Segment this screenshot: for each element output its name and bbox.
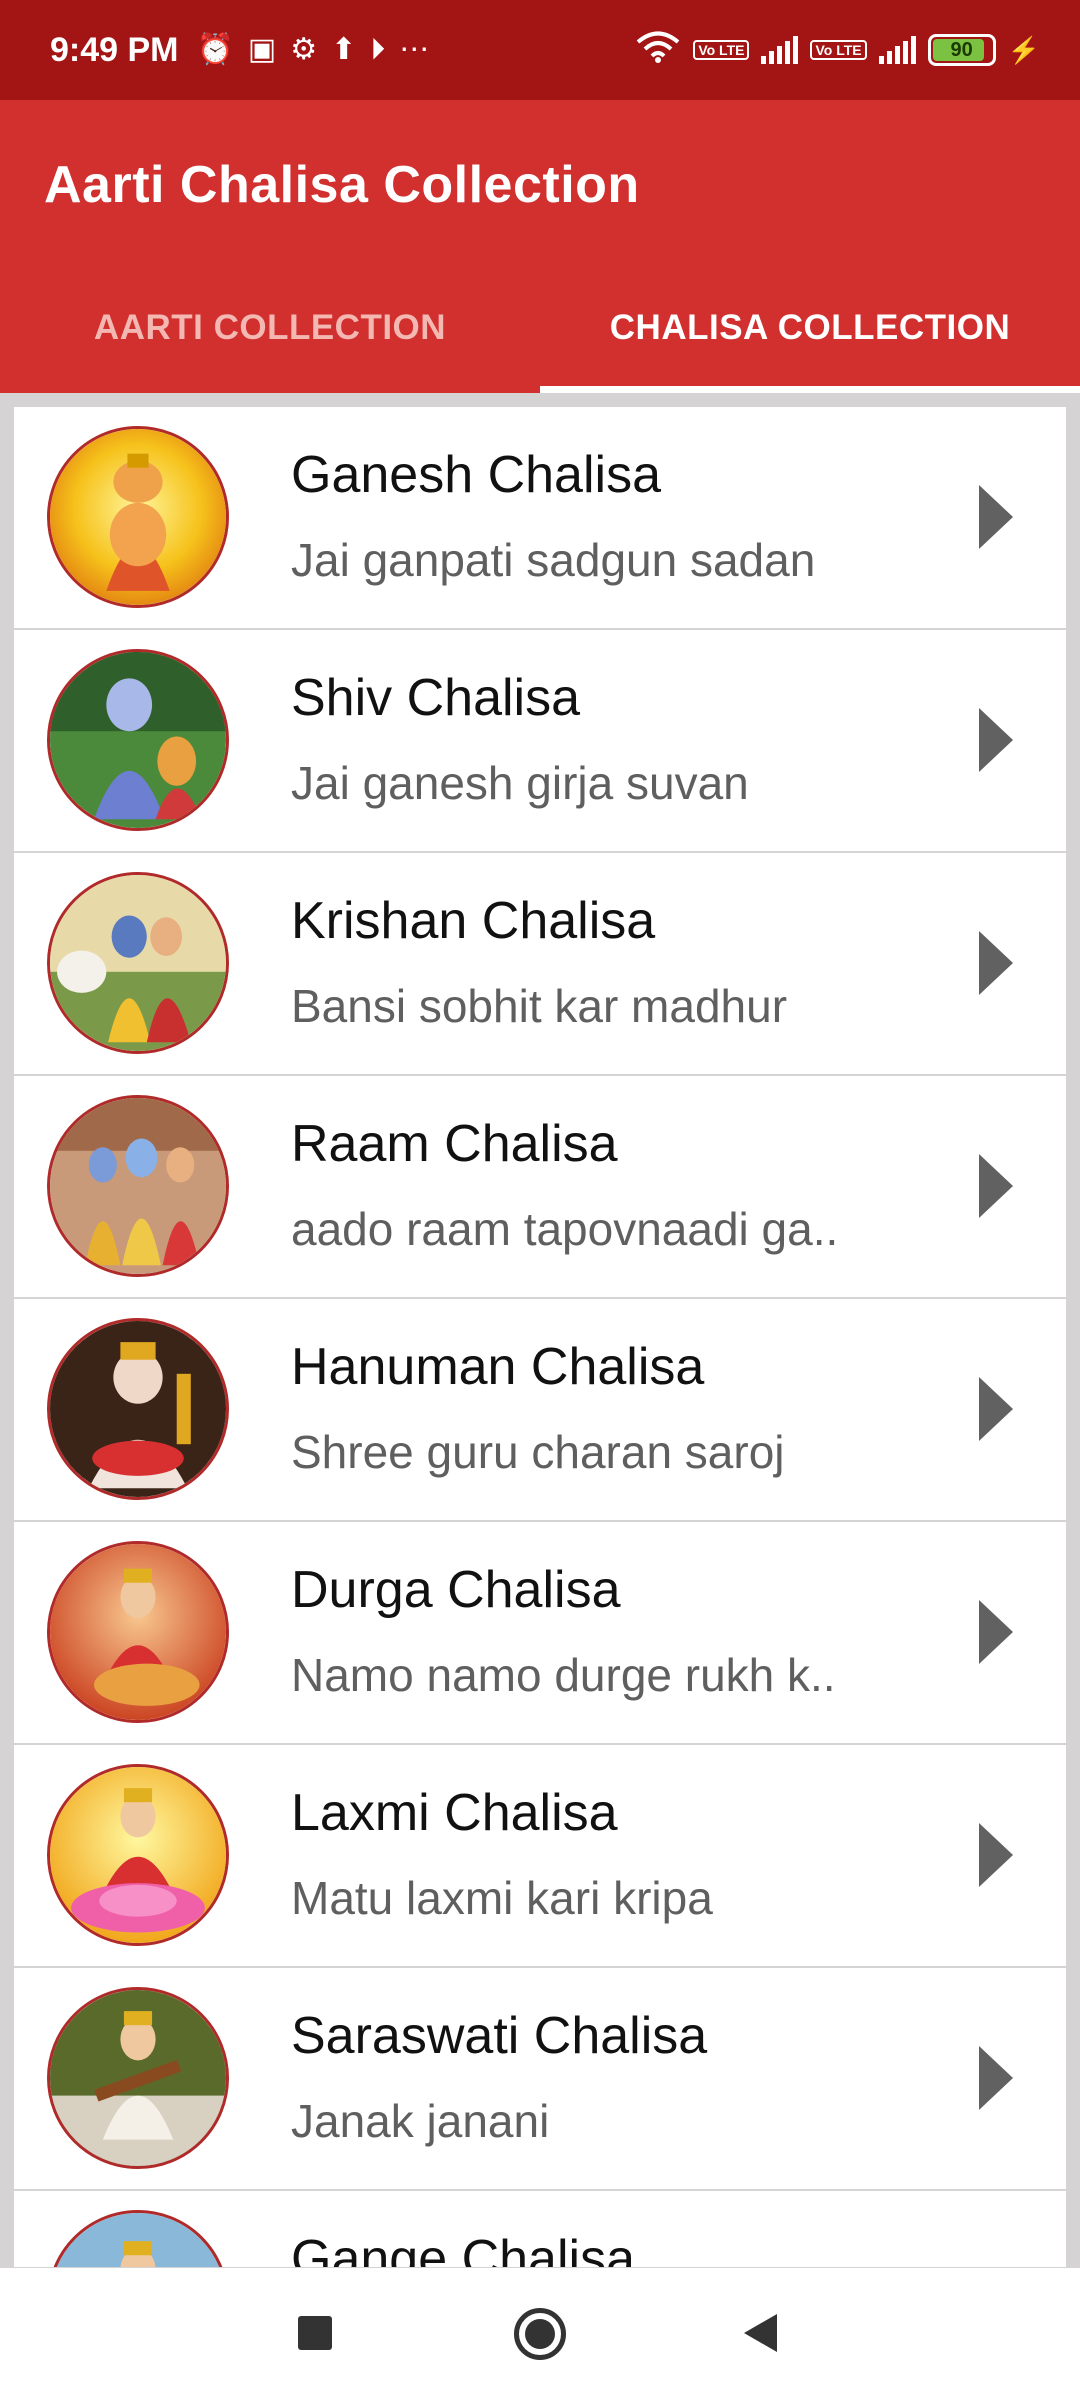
list-item-subtitle: Janak janani <box>291 2095 550 2147</box>
navigation-bar <box>0 2268 1080 2400</box>
list-item-subtitle: Jai ganpati sadgun sadan <box>291 534 816 586</box>
list-item-subtitle: aado raam tapovnaadi ga.. <box>291 1203 839 1255</box>
list-item-title: Raam Chalisa <box>291 1115 618 1173</box>
signal-icon <box>761 36 799 64</box>
list-item[interactable]: Raam Chalisa aado raam tapovnaadi ga.. <box>14 1076 1066 1297</box>
list-item-subtitle: Namo namo durge rukh k.. <box>291 1649 836 1701</box>
chevron-right-icon[interactable] <box>979 2046 1013 2110</box>
status-bar: 9:49 PM ⏰ ▣ ⚙ ⬆ ⏵ ⋯ Vo LTE Vo LTE 90 ⚡ <box>0 0 1080 100</box>
back-button[interactable] <box>744 2314 777 2352</box>
hanuman-image <box>47 1318 229 1500</box>
status-icons-left: ⏰ ▣ ⚙ ⬆ ⏵ ⋯ <box>197 35 430 65</box>
list-item-subtitle: Jai ganesh girja suvan <box>291 757 749 809</box>
list-item[interactable]: Ganesh Chalisa Jai ganpati sadgun sadan <box>14 407 1066 628</box>
list-item[interactable]: Saraswati Chalisa Janak janani <box>14 1968 1066 2189</box>
list-item-subtitle: Bansi sobhit kar madhur <box>291 980 788 1032</box>
home-button[interactable] <box>514 2308 566 2360</box>
list-item-subtitle: Shree guru charan saroj <box>291 1426 785 1478</box>
list-item-title: Krishan Chalisa <box>291 892 656 950</box>
volte-icon: Vo LTE <box>693 40 750 60</box>
list-item-subtitle: Matu laxmi kari kripa <box>291 1872 713 1924</box>
volte-icon: Vo LTE <box>810 40 867 60</box>
ganesh-image <box>47 426 229 608</box>
more-icon: ⋯ <box>399 33 430 66</box>
list-item-title: Hanuman Chalisa <box>291 1338 705 1396</box>
list-item-title: Gange Chalisa <box>291 2230 635 2267</box>
recents-button[interactable] <box>298 2316 332 2350</box>
list-item[interactable]: Laxmi Chalisa Matu laxmi kari kripa <box>14 1745 1066 1966</box>
list-item-title: Ganesh Chalisa <box>291 446 661 504</box>
krishan-image <box>47 872 229 1054</box>
status-time: 9:49 PM <box>50 30 179 69</box>
app-bar: Aarti Chalisa Collection AARTI COLLECTIO… <box>0 100 1080 393</box>
chevron-right-icon[interactable] <box>979 1377 1013 1441</box>
battery-level-text: 90 <box>950 38 973 61</box>
charging-icon: ⚡ <box>1007 34 1040 65</box>
list-item[interactable]: Gange Chalisa <box>14 2191 1066 2267</box>
signal-icon <box>878 36 916 64</box>
chevron-right-icon[interactable] <box>979 1154 1013 1218</box>
chevron-right-icon[interactable] <box>979 485 1013 549</box>
durga-image <box>47 1541 229 1723</box>
list-item-title: Durga Chalisa <box>291 1561 621 1619</box>
list-item[interactable]: Krishan Chalisa Bansi sobhit kar madhur <box>14 853 1066 1074</box>
tab-bar: AARTI COLLECTION CHALISA COLLECTION <box>0 263 1080 393</box>
chevron-right-icon[interactable] <box>979 1823 1013 1887</box>
saraswati-image <box>47 1987 229 2169</box>
chevron-right-icon[interactable] <box>979 931 1013 995</box>
list-item[interactable]: Shiv Chalisa Jai ganesh girja suvan <box>14 630 1066 851</box>
upload-icon: ⬆ <box>331 33 357 66</box>
gange-image <box>47 2210 229 2267</box>
shiv-image <box>47 649 229 831</box>
battery-icon: 90 <box>927 34 996 66</box>
list-item-title: Saraswati Chalisa <box>291 2007 708 2065</box>
status-icons-right: Vo LTE Vo LTE 90 ⚡ <box>635 31 1040 70</box>
tab-chalisa-collection[interactable]: CHALISA COLLECTION <box>540 263 1080 393</box>
laxmi-image <box>47 1764 229 1946</box>
tab-aarti-collection[interactable]: AARTI COLLECTION <box>0 263 540 393</box>
play-icon: ⏵ <box>370 33 386 66</box>
list-item[interactable]: Durga Chalisa Namo namo durge rukh k.. <box>14 1522 1066 1743</box>
chevron-right-icon[interactable] <box>979 1600 1013 1664</box>
alarm-icon: ⏰ <box>196 33 234 66</box>
wifi-icon <box>635 31 681 70</box>
list-item-title: Laxmi Chalisa <box>291 1784 618 1842</box>
settings-icon: ⚙ <box>290 33 318 66</box>
chevron-right-icon[interactable] <box>979 708 1013 772</box>
list-item-title: Shiv Chalisa <box>291 669 581 727</box>
chalisa-list[interactable]: Ganesh Chalisa Jai ganpati sadgun sadan … <box>14 407 1066 2267</box>
raam-image <box>47 1095 229 1277</box>
message-icon: ▣ <box>247 33 277 66</box>
list-item[interactable]: Hanuman Chalisa Shree guru charan saroj <box>14 1299 1066 1520</box>
app-title: Aarti Chalisa Collection <box>44 156 640 214</box>
